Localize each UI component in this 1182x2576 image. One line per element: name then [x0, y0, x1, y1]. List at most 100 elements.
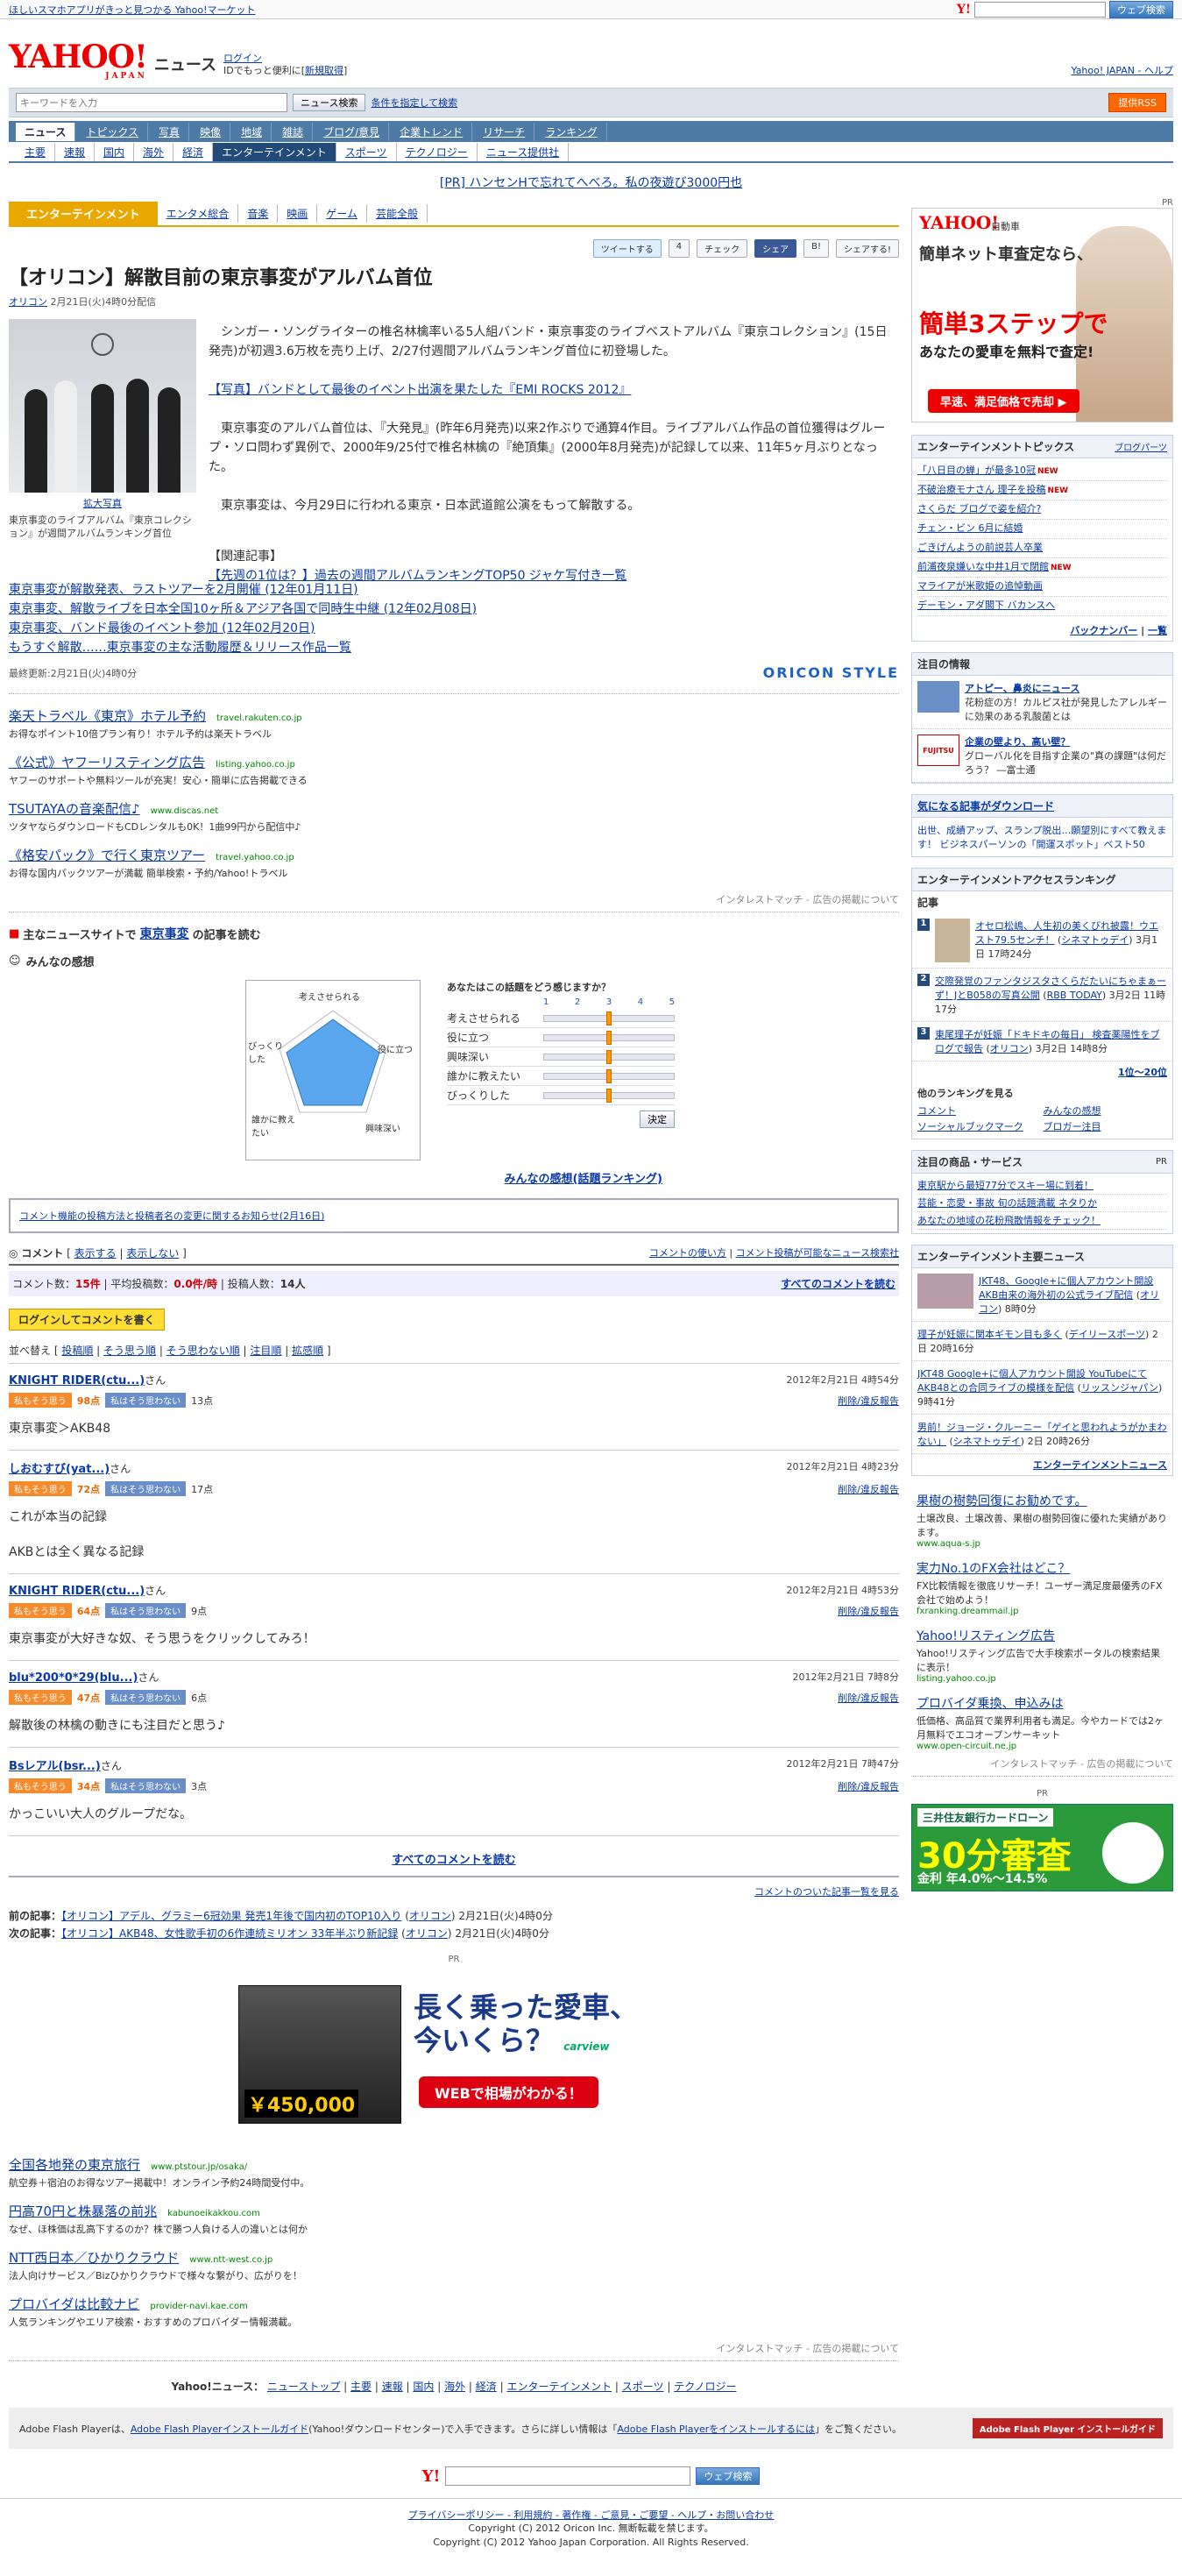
topics-list-link[interactable]: 一覧	[1148, 625, 1167, 636]
slider-track[interactable]	[543, 1030, 675, 1045]
header-right-links[interactable]: Yahoo! JAPAN - ヘルプ	[1071, 63, 1173, 77]
slider-handle[interactable]	[606, 1088, 612, 1103]
slider-track[interactable]	[543, 1049, 675, 1064]
all-comments-link[interactable]: すべてのコメントを読む	[781, 1276, 895, 1291]
news-search-input[interactable]	[16, 93, 287, 112]
all-comments-bottom-link[interactable]: すべてのコメントを読む	[392, 1854, 516, 1867]
prev-article-link[interactable]: 【オリコン】アデル、グラミー6冠効果 発売1年後で国内初のTOP10入り	[61, 1910, 401, 1922]
ad-title[interactable]: 《公式》ヤフーリスティング広告	[9, 755, 205, 770]
car-ad-banner[interactable]: ￥450,000 長く乗った愛車、 今いくら？ carview WEBで相場がわか…	[238, 1982, 659, 2131]
topic-link[interactable]: マライアが米歌姫の追悼動画	[917, 580, 1043, 592]
show-comments-link[interactable]: 表示する	[74, 1247, 117, 1260]
disagree-button[interactable]: 私はそう思わない	[105, 1778, 187, 1793]
other-rank-link[interactable]: みんなの感想	[1044, 1103, 1168, 1118]
side-car-ad-button[interactable]: 早速、満足価格で売却 ▶	[928, 389, 1079, 413]
agree-button[interactable]: 私もそう思う	[9, 1603, 72, 1618]
category-active[interactable]: エンターテインメント	[9, 202, 158, 225]
nav-ranking[interactable]: ランキング	[536, 122, 607, 141]
sort-option[interactable]: そう思わない順	[166, 1345, 240, 1357]
agree-button[interactable]: 私もそう思う	[9, 1393, 72, 1408]
other-rank-link[interactable]: ソーシャルブックマーク	[917, 1119, 1042, 1133]
category-link[interactable]: 映画	[278, 204, 318, 223]
check-button[interactable]: チェック	[697, 239, 748, 258]
topic-link[interactable]: 不破治療モナさん 理子を投稿	[917, 484, 1046, 495]
photo-image[interactable]	[9, 319, 196, 493]
nav-local[interactable]: 地域	[232, 122, 272, 141]
agree-button[interactable]: 私もそう思う	[9, 1690, 72, 1705]
footer-nav-link[interactable]: 国内	[413, 2381, 434, 2393]
attn-link[interactable]: 企業の壁より、高い壁？	[965, 736, 1070, 748]
related-link[interactable]: もうすぐ解散……東京事変の主な活動履歴＆リリース作品一覧	[9, 641, 351, 655]
topic-link[interactable]: 前浦夜泉嫌いな中井1月で閉館	[917, 561, 1049, 572]
ad-title[interactable]: 円高70円と株暴落の前兆	[9, 2203, 157, 2219]
report-link[interactable]: 削除/違反報告	[838, 1604, 899, 1618]
other-rank-link[interactable]: コメント	[917, 1103, 1042, 1118]
flash-install-link[interactable]: Adobe Flash Playerをインストールするには	[617, 2423, 815, 2435]
yahoo-small-logo[interactable]: Y!	[957, 3, 971, 17]
topic-link[interactable]: ごきげんようの前説芸人卒業	[917, 542, 1043, 553]
report-link[interactable]: 削除/違反報告	[838, 1482, 899, 1496]
fujitsu-logo[interactable]: FUJITSU	[917, 734, 959, 766]
pr-top-link[interactable]: [PR] ハンセンHで忘れてへべろ。私の夜遊び3000円也	[0, 174, 1182, 191]
side-ad-title[interactable]: Yahoo!リスティング広告	[917, 1629, 1055, 1643]
ad-title[interactable]: 全国各地発の東京旅行	[9, 2157, 140, 2173]
nav-news[interactable]: ニュース	[16, 122, 76, 141]
subnav-entertainment[interactable]: エンターテインメント	[213, 142, 336, 161]
side-ad-title[interactable]: プロバイダ乗換、申込みは	[917, 1697, 1063, 1711]
related-link[interactable]: 東京事変、解散ライブを日本全国10ヶ所＆アジア各国で同時生中継 (12年02月0…	[9, 602, 477, 616]
ad-title[interactable]: TSUTAYAの音楽配信♪	[9, 801, 140, 817]
facebook-share-button[interactable]: シェア	[754, 239, 797, 258]
notice-link[interactable]: コメント機能の投稿方法と投稿者名の変更に関するお知らせ(2月16日)	[19, 1210, 324, 1222]
side-ad-title[interactable]: 実力No.1のFX会社はどこ？	[917, 1562, 1070, 1576]
subnav-world[interactable]: 海外	[134, 142, 174, 161]
commenter-name[interactable]: blu*200*0*29(blu...)	[9, 1671, 138, 1685]
loan-ad-banner[interactable]: 三井住友銀行カードローン 30分審査 金利 年4.0%〜14.5%	[911, 1804, 1173, 1891]
topic-link[interactable]: デーモン・アダ閣下 バカンスへ	[917, 600, 1055, 611]
nav-research[interactable]: リサーチ	[474, 122, 535, 141]
slider-handle[interactable]	[606, 1030, 612, 1045]
main-news-link[interactable]: 理子が妊娠に関本ギモン目も多く	[917, 1329, 1062, 1340]
decide-button[interactable]: 決定	[640, 1111, 675, 1128]
hide-comments-link[interactable]: 表示しない	[126, 1247, 179, 1260]
subnav-tech[interactable]: テクノロジー	[397, 142, 478, 161]
slider-track[interactable]	[543, 1011, 675, 1025]
ad-title[interactable]: NTT西日本／ひかりクラウド	[9, 2250, 179, 2266]
report-link[interactable]: 削除/違反報告	[838, 1779, 899, 1793]
nav-video[interactable]: 映像	[191, 122, 231, 141]
backnumber-link[interactable]: バックナンバー	[1070, 625, 1137, 636]
nav-blog[interactable]: ブログ/意見	[315, 122, 390, 141]
category-link[interactable]: 音楽	[238, 204, 279, 223]
advanced-search-link[interactable]: 条件を指定して検索	[371, 96, 457, 110]
top-search-input[interactable]	[974, 1, 1106, 18]
subnav-main[interactable]: 主要	[16, 142, 56, 161]
slider-track[interactable]	[543, 1068, 675, 1083]
side-car-ad[interactable]: YAHOO! 自動車 簡単ネット車査定なら、 簡単3ステップで あなたの愛車を無…	[911, 208, 1173, 422]
agree-button[interactable]: 私もそう思う	[9, 1778, 72, 1793]
subnav-sports[interactable]: スポーツ	[336, 142, 397, 161]
nav-topics[interactable]: トピックス	[77, 122, 149, 141]
report-link[interactable]: 削除/違反報告	[838, 1691, 899, 1705]
car-ad-button[interactable]: WEBで相場がわかる！	[419, 2076, 598, 2108]
disagree-button[interactable]: 私はそう思わない	[105, 1481, 187, 1496]
attn-thumb[interactable]	[917, 681, 959, 713]
footer-nav-link[interactable]: 海外	[444, 2381, 465, 2393]
blog-parts-link[interactable]: ブログパーツ	[1115, 440, 1167, 453]
flash-logo[interactable]: Adobe Flash Player インストールガイド	[972, 2418, 1163, 2438]
photo-story-link[interactable]: 【写真】バンドとして最後のイベント出演を果たした『EMI ROCKS 2012』	[209, 383, 631, 397]
feelings-ranking-link[interactable]: みんなの感想(話題ランキング)	[505, 1173, 663, 1186]
footer-nav-link[interactable]: 経済	[476, 2381, 497, 2393]
footer-search-input[interactable]	[445, 2466, 691, 2486]
service-link[interactable]: 東京駅から最短77分でスキー場に到着！	[917, 1180, 1094, 1191]
rank-thumb[interactable]	[935, 919, 970, 962]
ad-title[interactable]: 《格安パック》で行く東京ツアー	[9, 848, 205, 863]
next-article-link[interactable]: 【オリコン】AKB48、女性歌手初の6作連続ミリオン 33年半ぶり新記録	[61, 1927, 398, 1940]
commenter-name[interactable]: Bsレアル(bsr...)	[9, 1760, 101, 1773]
oricon-logo[interactable]: ORICON STYLE	[763, 664, 899, 681]
related-link[interactable]: 東京事変が解散発表、ラストツアーを2月開催 (12年01月11日)	[9, 583, 358, 597]
flash-guide-link[interactable]: Adobe Flash Playerインストールガイド	[131, 2423, 308, 2435]
topic-link[interactable]: さくらだ ブログで姿を紹介?	[917, 503, 1041, 514]
disagree-button[interactable]: 私はそう思わない	[105, 1393, 187, 1408]
yahoo-footer-logo[interactable]: Y!	[422, 2467, 441, 2486]
side-admatch-link[interactable]: インタレストマッチ - 広告の掲載について	[911, 1756, 1173, 1777]
admatch-link[interactable]: インタレストマッチ - 広告の掲載について	[9, 2341, 899, 2361]
